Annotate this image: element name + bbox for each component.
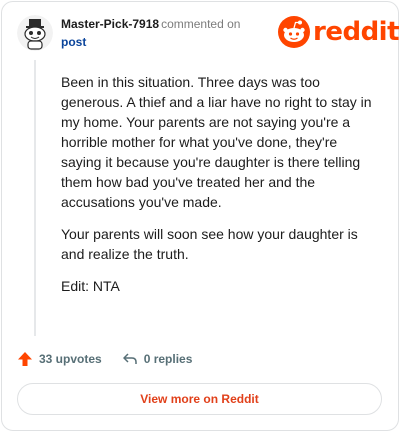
reply-count: 0 replies <box>143 352 193 366</box>
comment-body: Been in this situation. Three days was t… <box>61 72 379 308</box>
reddit-logo[interactable]: reddit <box>278 16 400 48</box>
comment-actions: 33 upvotes 0 replies <box>17 349 192 369</box>
snoo-avatar-icon <box>17 15 53 51</box>
replies-button[interactable]: 0 replies <box>122 351 193 367</box>
reply-arrow-icon <box>122 353 137 364</box>
upvote-button[interactable]: 33 upvotes <box>17 351 102 367</box>
user-avatar[interactable] <box>17 15 53 51</box>
commented-on-text: commented on <box>161 17 241 31</box>
comment-paragraph: Your parents will soon see how your daug… <box>61 226 358 262</box>
comment-paragraph: Been in this situation. Three days was t… <box>61 74 372 210</box>
comment-paragraph: Edit: NTA <box>61 278 120 294</box>
upvote-count: 33 upvotes <box>39 352 102 366</box>
thread-line <box>34 60 36 336</box>
reddit-wordmark: reddit <box>313 17 400 47</box>
post-link[interactable]: post <box>61 34 271 51</box>
username[interactable]: Master-Pick-7918 <box>61 17 159 31</box>
reddit-alien-icon <box>278 16 310 48</box>
upvote-arrow-icon <box>18 352 32 366</box>
view-more-on-reddit-button[interactable]: View more on Reddit <box>17 383 382 415</box>
comment-header: Master-Pick-7918 commented on post <box>61 16 271 51</box>
